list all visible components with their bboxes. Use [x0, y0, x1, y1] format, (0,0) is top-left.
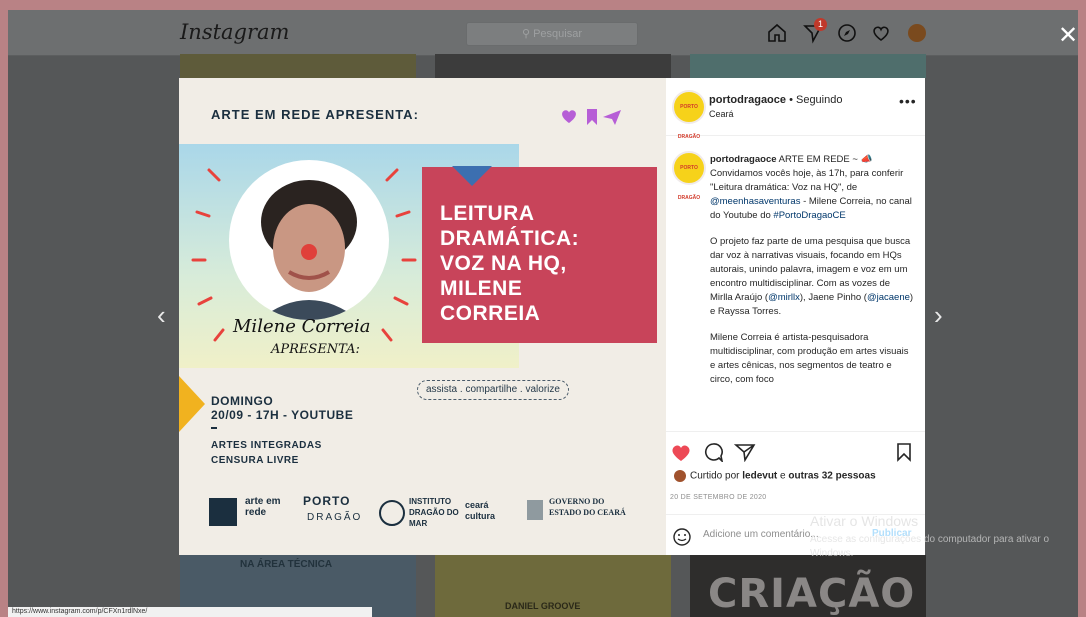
like-save-share-icons — [562, 109, 621, 125]
post-location[interactable]: Ceará — [709, 109, 734, 119]
liker-username[interactable]: ledevut — [742, 471, 777, 482]
handwritten-name: Milene Correia — [233, 316, 371, 337]
status-bar-url: https://www.instagram.com/p/CFXn1rdlNxe/ — [8, 607, 372, 617]
event-rating: CENSURA LIVRE — [211, 455, 299, 466]
emoji-icon[interactable] — [672, 527, 692, 547]
porto-logo: PORTO — [303, 494, 351, 508]
hashtag-link[interactable]: #PortoDragaoCE — [773, 210, 845, 221]
governo-crest-icon — [527, 500, 543, 520]
next-post-arrow[interactable]: › — [934, 302, 943, 328]
comment-icon[interactable] — [702, 442, 724, 462]
close-modal-button[interactable]: ✕ — [1058, 24, 1078, 48]
notification-badge: 1 — [814, 18, 827, 31]
activate-windows-title: Ativar o Windows — [810, 513, 919, 529]
instagram-logo[interactable]: Instagram — [180, 20, 289, 44]
search-input[interactable]: ⚲ Pesquisar — [466, 22, 638, 46]
post-details-panel: PORTO DRAGÃO portodragaoce • Seguindo Ce… — [666, 78, 925, 555]
likes-prefix: Curtido por — [690, 470, 743, 482]
comment-input[interactable]: Adicione um comentário... — [703, 529, 819, 540]
top-navbar: Instagram ⚲ Pesquisar 1 — [8, 10, 1078, 56]
save-bookmark-icon[interactable] — [894, 442, 914, 462]
instituto-logo-icon — [379, 500, 405, 526]
sponsor-logos: arte em rede PORTO DRAGÃO INSTITUTO DRAG… — [209, 494, 649, 536]
caption-username[interactable]: portodragaoce — [710, 154, 777, 165]
blue-triangle-decoration — [452, 166, 492, 186]
mention-link[interactable]: @mirllx — [768, 292, 800, 303]
arte-em-rede-logo: arte em rede — [245, 496, 281, 518]
comments-scroll-area[interactable]: PORTO DRAGÃO portodragaoce ARTE EM REDE … — [666, 135, 925, 431]
grid-tile-text: CRIAÇÃO — [708, 571, 916, 617]
title-line: LEITURA — [440, 202, 535, 225]
author-username[interactable]: portodragaoce — [709, 94, 786, 106]
caption-text: ), Jaene Pinho ( — [799, 292, 867, 303]
grid-tile[interactable]: DANIEL GROOVE — [435, 555, 671, 617]
caption-text: Milene Correia é artista-pesquisadora mu… — [710, 332, 909, 385]
grid-tile[interactable] — [180, 54, 416, 78]
likes-summary: Curtido por ledevut e outras 32 pessoas — [674, 470, 876, 482]
grid-tile-text: DANIEL GROOVE — [505, 601, 581, 611]
author-avatar[interactable]: PORTO DRAGÃO — [672, 90, 706, 140]
grid-tile[interactable] — [690, 54, 926, 78]
post-image[interactable]: ARTE EM REDE APRESENTA: Milene Correia A… — [179, 78, 666, 555]
post-caption: portodragaoce ARTE EM REDE ~ 📣 Convidamo… — [710, 153, 915, 399]
likes-conjunction: e — [777, 470, 789, 482]
title-line: CORREIA — [440, 302, 541, 325]
post-header-text: ARTE EM REDE APRESENTA: — [211, 107, 419, 122]
artist-photo — [229, 160, 389, 320]
like-heart-icon[interactable] — [670, 442, 692, 462]
handwritten-subtitle: APRESENTA: — [271, 342, 360, 357]
event-schedule: 20/09 - 17H - YOUTUBE — [211, 408, 354, 422]
event-category: ARTES INTEGRADAS — [211, 440, 322, 451]
governo-ceara-logo: GOVERNO DO ESTADO DO CEARÁ — [549, 497, 626, 517]
mention-link[interactable]: @meenhasaventuras — [710, 196, 800, 207]
title-line: VOZ NA HQ, — [440, 252, 567, 275]
more-options-icon[interactable]: ••• — [899, 93, 917, 109]
search-placeholder: Pesquisar — [533, 28, 583, 40]
post-date[interactable]: 20 DE SETEMBRO DE 2020 — [670, 494, 766, 501]
home-icon[interactable] — [766, 22, 788, 44]
likes-others-link[interactable]: outras 32 pessoas — [788, 471, 875, 482]
title-line: DRAMÁTICA: — [440, 227, 580, 250]
search-icon: ⚲ — [521, 28, 534, 40]
title-line: MILENE — [440, 277, 523, 300]
profile-avatar[interactable] — [908, 24, 926, 42]
activate-windows-subtitle: Acesse as configurações do computador pa… — [810, 534, 1050, 559]
following-status[interactable]: • Seguindo — [789, 94, 842, 106]
arte-em-rede-logo-icon — [209, 498, 237, 526]
explore-icon[interactable] — [836, 22, 858, 44]
grid-tile[interactable] — [435, 54, 671, 78]
previous-post-arrow[interactable]: ‹ — [157, 302, 166, 328]
tagline-pill: assista . compartilhe . valorize — [417, 380, 569, 400]
activity-heart-icon[interactable] — [870, 22, 892, 44]
grid-tile[interactable]: CRIAÇÃO — [690, 555, 926, 617]
yellow-arrow-decoration — [179, 376, 205, 432]
caption-author-avatar[interactable]: PORTO DRAGÃO — [672, 151, 706, 201]
title-block: LEITURA DRAMÁTICA: VOZ NA HQ, MILENE COR… — [422, 166, 657, 343]
ceara-cultura-logo: ceará cultura — [465, 500, 496, 521]
grid-tile-text: NA ÁREA TÉCNICA — [240, 559, 333, 570]
instituto-dragao-do-mar-logo: INSTITUTO DRAGÃO DO MAR — [409, 497, 459, 528]
mention-link[interactable]: @jacaene — [867, 292, 910, 303]
share-icon[interactable] — [734, 442, 756, 462]
dragao-logo: DRAGÃO — [307, 512, 363, 523]
liker-avatar[interactable] — [674, 470, 686, 482]
event-day: DOMINGO — [211, 394, 274, 408]
post-author-header: PORTO DRAGÃO portodragaoce • Seguindo Ce… — [666, 78, 925, 140]
divider — [211, 427, 217, 429]
